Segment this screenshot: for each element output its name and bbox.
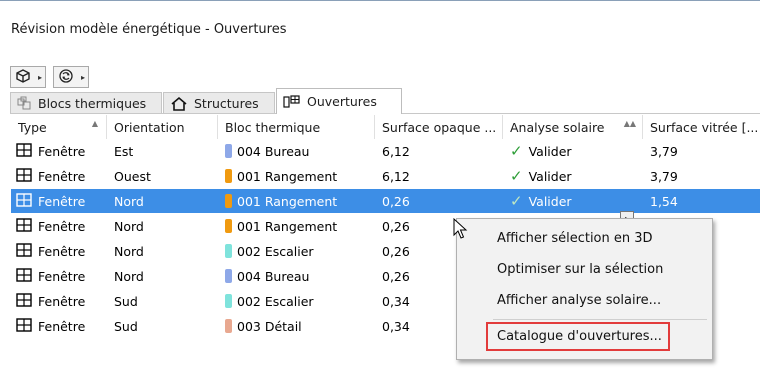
sort-both-icon: ▲▲ <box>623 119 636 128</box>
table-row[interactable]: Fenêtre Ouest 001 Rangement 6,12 ✓ Valider 3,7… <box>11 164 760 188</box>
cell-bloc-thermique: 001 Rangement <box>218 164 375 188</box>
bloc-color-swatch <box>225 144 232 158</box>
bloc-color-swatch <box>225 194 232 208</box>
cell-analyse-solaire: ✓Valider <box>510 192 572 210</box>
check-icon: ✓ <box>510 167 523 185</box>
cell-type: Fenêtre <box>11 214 107 238</box>
bloc-color-swatch <box>225 219 232 233</box>
window-icon <box>16 292 32 310</box>
cell-type: Fenêtre <box>11 139 107 163</box>
column-header-orientation[interactable]: Orientation <box>107 115 218 139</box>
tab-label: Ouvertures <box>307 94 377 109</box>
window-icon <box>16 167 32 185</box>
window-icon <box>16 217 32 235</box>
cell-analyse-solaire: ✓Valider <box>510 142 572 160</box>
window-icon <box>16 242 32 260</box>
bloc-color-swatch <box>225 244 232 258</box>
cell-orientation: Nord <box>114 218 144 234</box>
sort-asc-icon: ▲ <box>91 119 98 128</box>
table-header: Type ▲ Orientation Bloc thermique Surface… <box>11 115 760 139</box>
cell-bloc-thermique: 002 Escalier <box>218 239 375 263</box>
cell-orientation: Ouest <box>114 168 151 184</box>
cell-bloc-thermique: 004 Bureau <box>218 264 375 288</box>
cell-orientation: Sud <box>114 318 138 334</box>
refresh-icon <box>58 68 74 87</box>
check-icon: ✓ <box>510 142 523 160</box>
tab-blocs-thermiques[interactable]: Blocs thermiques <box>10 92 162 113</box>
cell-orientation: Nord <box>114 243 144 259</box>
cell-surface-vitree: 3,79 <box>650 168 678 184</box>
menu-item-optimiser-selection[interactable]: Optimiser sur la sélection <box>497 262 663 277</box>
cell-type: Fenêtre <box>11 314 107 338</box>
table-row[interactable]: Fenêtre Nord 001 Rangement 0,26 ✓ Valider 1,54 <box>11 189 760 213</box>
tab-label: Structures <box>194 95 259 111</box>
window-title: Révision modèle énergétique - Ouvertures <box>11 22 287 37</box>
column-header-surface-opaque[interactable]: Surface opaque ... <box>375 115 503 139</box>
view-3d-dropdown[interactable]: ▸ <box>35 66 46 88</box>
tab-ouvertures[interactable]: Ouvertures <box>276 88 402 114</box>
cell-bloc-thermique: 001 Rangement <box>218 189 375 213</box>
blocks-icon <box>17 96 32 110</box>
tab-bar: Blocs thermiques Structures Ouvertures <box>10 88 760 114</box>
column-header-surface-vitree[interactable]: Surface vitrée [... <box>643 115 760 139</box>
cell-bloc-thermique: 002 Escalier <box>218 289 375 313</box>
bloc-color-swatch <box>225 294 232 308</box>
cell-surface-opaque: 6,12 <box>382 143 410 159</box>
bloc-color-swatch <box>225 319 232 333</box>
cell-type: Fenêtre <box>11 189 107 213</box>
tab-structures[interactable]: Structures <box>163 92 275 113</box>
refresh-button[interactable] <box>53 66 79 88</box>
openings-icon <box>283 94 301 109</box>
cell-orientation: Sud <box>114 293 138 309</box>
cell-type: Fenêtre <box>11 289 107 313</box>
column-header-bloc-thermique[interactable]: Bloc thermique <box>218 115 375 139</box>
highlight-box <box>486 322 670 351</box>
bloc-color-swatch <box>225 269 232 283</box>
house-icon <box>170 96 188 111</box>
tab-label: Blocs thermiques <box>38 95 147 111</box>
cell-type: Fenêtre <box>11 264 107 288</box>
cell-analyse-solaire: ✓Valider <box>510 167 572 185</box>
window-title-bar: Révision modèle énergétique - Ouvertures <box>0 0 760 57</box>
context-menu: Afficher sélection en 3D Optimiser sur l… <box>456 218 713 360</box>
bloc-color-swatch <box>225 169 232 183</box>
check-icon: ✓ <box>510 192 523 210</box>
window-icon <box>16 317 32 335</box>
view-3d-button[interactable] <box>10 66 36 88</box>
cell-surface-vitree: 3,79 <box>650 143 678 159</box>
window-icon <box>16 142 32 160</box>
column-header-analyse-solaire[interactable]: Analyse solaire ▲▲ <box>503 115 643 139</box>
table-row[interactable]: Fenêtre Est 004 Bureau 6,12 ✓ Valider 3,79 <box>11 139 760 163</box>
refresh-dropdown[interactable]: ▸ <box>78 66 89 88</box>
cell-bloc-thermique: 004 Bureau <box>218 139 375 163</box>
cell-orientation: Est <box>114 143 134 159</box>
menu-separator <box>493 319 707 320</box>
cell-orientation: Nord <box>114 193 144 209</box>
mouse-cursor-icon <box>453 217 469 243</box>
cell-surface-vitree: 1,54 <box>650 193 678 209</box>
menu-item-afficher-selection-3d[interactable]: Afficher sélection en 3D <box>497 231 653 246</box>
window-icon <box>16 267 32 285</box>
cell-surface-opaque: 0,26 <box>382 193 410 209</box>
cell-type: Fenêtre <box>11 239 107 263</box>
column-header-type[interactable]: Type ▲ <box>11 115 107 139</box>
cell-orientation: Nord <box>114 268 144 284</box>
cell-type: Fenêtre <box>11 164 107 188</box>
cell-surface-opaque: 6,12 <box>382 168 410 184</box>
cell-bloc-thermique: 001 Rangement <box>218 214 375 238</box>
menu-item-afficher-analyse-solaire[interactable]: Afficher analyse solaire... <box>497 293 661 308</box>
cell-bloc-thermique: 003 Détail <box>218 314 375 338</box>
window-icon <box>16 192 32 210</box>
cube-3d-icon <box>15 68 31 86</box>
